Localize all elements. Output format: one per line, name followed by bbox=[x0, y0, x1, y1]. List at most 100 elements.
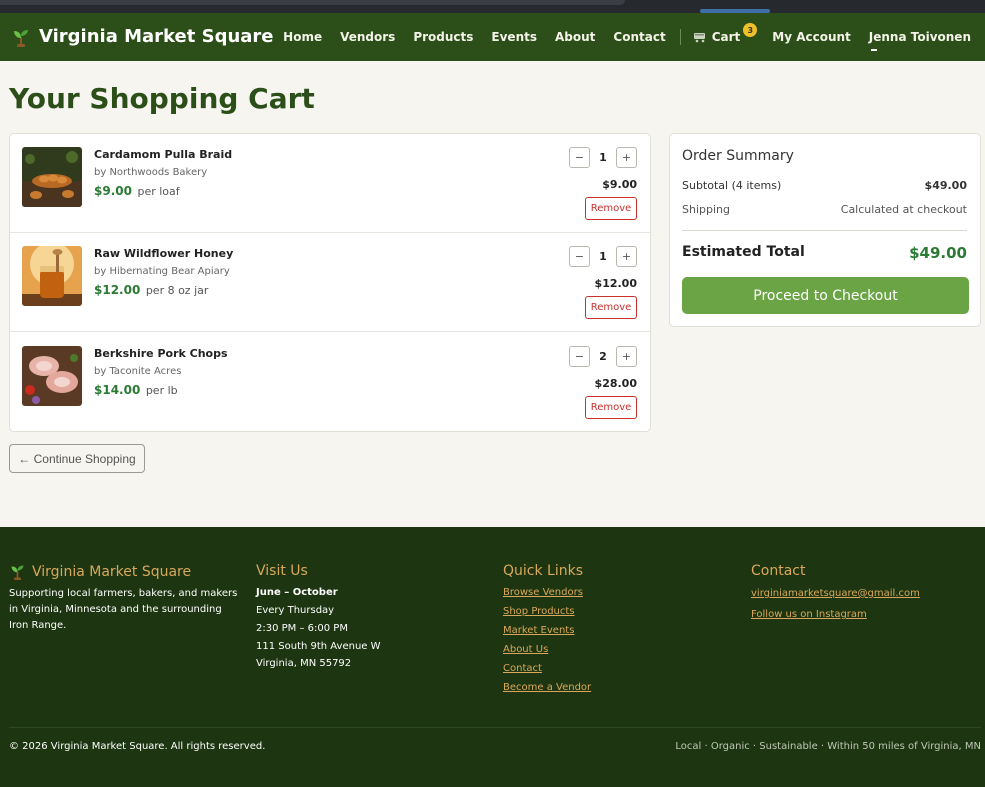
footer-divider bbox=[9, 727, 981, 728]
pork-image-icon bbox=[22, 346, 82, 406]
continue-shopping-button[interactable]: ← Continue Shopping bbox=[9, 444, 145, 473]
brand-logo[interactable]: Virginia Market Square bbox=[11, 26, 274, 47]
line-total: $28.00 bbox=[594, 377, 637, 390]
visit-title: Visit Us bbox=[256, 563, 308, 579]
nav-home[interactable]: Home bbox=[283, 30, 322, 44]
cart-items-list: Cardamom Pulla Braid by Northwoods Baker… bbox=[9, 133, 651, 432]
item-vendor: by Taconite Acres bbox=[94, 366, 182, 377]
bread-image-icon bbox=[22, 147, 82, 207]
nav-events[interactable]: Events bbox=[491, 30, 537, 44]
visit-address-line2: Virginia, MN 55792 bbox=[256, 658, 352, 669]
footer-quick-links: Quick Links Browse Vendors Shop Products… bbox=[503, 563, 723, 697]
instagram-link[interactable]: Follow us on Instagram bbox=[751, 605, 981, 624]
remove-button[interactable]: Remove bbox=[585, 296, 637, 319]
subtotal-value: $49.00 bbox=[924, 179, 967, 192]
nav-contact[interactable]: Contact bbox=[613, 30, 665, 44]
visit-day: Every Thursday bbox=[256, 605, 335, 616]
copyright-text: © 2026 Virginia Market Square. All right… bbox=[9, 741, 266, 752]
increase-qty-button[interactable]: + bbox=[616, 147, 637, 168]
footer-tagline: Local · Organic · Sustainable · Within 5… bbox=[675, 741, 981, 752]
site-footer: Virginia Market Square Supporting local … bbox=[0, 527, 985, 787]
unit-price: $9.00 bbox=[94, 184, 132, 198]
footer-link-contact[interactable]: Contact bbox=[503, 659, 723, 678]
summary-divider bbox=[682, 230, 967, 231]
shipping-value: Calculated at checkout bbox=[840, 203, 967, 216]
browser-top-strip bbox=[0, 0, 985, 13]
item-vendor: by Hibernating Bear Apiary bbox=[94, 266, 230, 277]
line-total: $12.00 bbox=[594, 277, 637, 290]
unit-price: $12.00 bbox=[94, 283, 141, 297]
cart-item: Raw Wildflower Honey by Hibernating Bear… bbox=[10, 233, 650, 332]
quantity-stepper: − 1 + bbox=[569, 246, 637, 267]
footer-link-browse-vendors[interactable]: Browse Vendors bbox=[503, 583, 723, 602]
footer-brand: Virginia Market Square bbox=[9, 563, 239, 580]
nav-about[interactable]: About bbox=[555, 30, 595, 44]
cart-label: Cart bbox=[711, 30, 741, 44]
product-thumbnail-pork bbox=[22, 346, 82, 406]
line-total: $9.00 bbox=[602, 178, 637, 191]
total-row: Estimated Total $49.00 bbox=[682, 244, 967, 262]
remove-button[interactable]: Remove bbox=[585, 197, 637, 220]
quantity-value: 1 bbox=[599, 151, 607, 164]
proceed-to-checkout-button[interactable]: Proceed to Checkout bbox=[682, 277, 969, 314]
nav-products[interactable]: Products bbox=[413, 30, 473, 44]
footer-contact: Contact virginiamarketsquare@gmail.com F… bbox=[751, 563, 981, 624]
unit-label: per lb bbox=[145, 384, 178, 397]
sprout-icon bbox=[14, 29, 28, 47]
total-label: Estimated Total bbox=[682, 244, 805, 260]
sprout-icon bbox=[11, 565, 24, 580]
order-summary: Order Summary Subtotal (4 items) $49.00 … bbox=[669, 133, 981, 327]
user-underline bbox=[870, 49, 877, 51]
item-price: $14.00 per lb bbox=[94, 383, 178, 397]
shipping-label: Shipping bbox=[682, 203, 730, 216]
increase-qty-button[interactable]: + bbox=[616, 246, 637, 267]
main-nav: Home Vendors Products Events About Conta… bbox=[265, 23, 971, 51]
quantity-value: 1 bbox=[599, 250, 607, 263]
item-name[interactable]: Cardamom Pulla Braid bbox=[94, 148, 232, 161]
nav-user[interactable]: Jenna Toivonen bbox=[868, 30, 971, 51]
user-name: Jenna Toivonen bbox=[868, 30, 971, 44]
footer-about-text: Supporting local farmers, bakers, and ma… bbox=[9, 588, 238, 631]
shipping-row: Shipping Calculated at checkout bbox=[682, 203, 967, 216]
footer-link-market-events[interactable]: Market Events bbox=[503, 621, 723, 640]
nav-cart[interactable]: Cart 3 bbox=[693, 23, 758, 44]
decrease-qty-button[interactable]: − bbox=[569, 346, 590, 367]
visit-address-line1: 111 South 9th Avenue W bbox=[256, 641, 381, 652]
brand-name: Virginia Market Square bbox=[39, 26, 274, 47]
item-price: $12.00 per 8 oz jar bbox=[94, 283, 208, 297]
site-header: Virginia Market Square Home Vendors Prod… bbox=[0, 13, 985, 61]
cart-icon bbox=[693, 33, 705, 43]
increase-qty-button[interactable]: + bbox=[616, 346, 637, 367]
unit-label: per loaf bbox=[137, 185, 180, 198]
footer-visit: Visit Us June – October Every Thursday 2… bbox=[256, 563, 476, 671]
subtotal-row: Subtotal (4 items) $49.00 bbox=[682, 179, 967, 192]
unit-label: per 8 oz jar bbox=[145, 284, 209, 297]
cart-item: Berkshire Pork Chops by Taconite Acres $… bbox=[10, 333, 650, 432]
total-value: $49.00 bbox=[909, 244, 967, 262]
footer-brand-name: Virginia Market Square bbox=[32, 563, 192, 580]
product-thumbnail-pulla bbox=[22, 147, 82, 207]
nav-vendors[interactable]: Vendors bbox=[340, 30, 395, 44]
visit-hours: 2:30 PM – 6:00 PM bbox=[256, 623, 348, 634]
product-thumbnail-honey bbox=[22, 246, 82, 306]
item-name[interactable]: Berkshire Pork Chops bbox=[94, 347, 228, 360]
unit-price: $14.00 bbox=[94, 383, 141, 397]
nav-my-account[interactable]: My Account bbox=[772, 30, 851, 44]
decrease-qty-button[interactable]: − bbox=[569, 246, 590, 267]
cart-item: Cardamom Pulla Braid by Northwoods Baker… bbox=[10, 134, 650, 233]
footer-link-about-us[interactable]: About Us bbox=[503, 640, 723, 659]
footer-link-become-vendor[interactable]: Become a Vendor bbox=[503, 678, 723, 697]
quantity-value: 2 bbox=[599, 350, 607, 363]
page-title: Your Shopping Cart bbox=[9, 82, 315, 115]
item-name[interactable]: Raw Wildflower Honey bbox=[94, 247, 233, 260]
summary-title: Order Summary bbox=[682, 148, 794, 164]
item-price: $9.00 per loaf bbox=[94, 184, 180, 198]
remove-button[interactable]: Remove bbox=[585, 396, 637, 419]
contact-title: Contact bbox=[751, 563, 806, 579]
decrease-qty-button[interactable]: − bbox=[569, 147, 590, 168]
browser-tab bbox=[0, 0, 625, 5]
quick-links-title: Quick Links bbox=[503, 563, 584, 579]
contact-email-link[interactable]: virginiamarketsquare@gmail.com bbox=[751, 583, 981, 605]
footer-link-shop-products[interactable]: Shop Products bbox=[503, 602, 723, 621]
nav-divider bbox=[679, 29, 681, 45]
